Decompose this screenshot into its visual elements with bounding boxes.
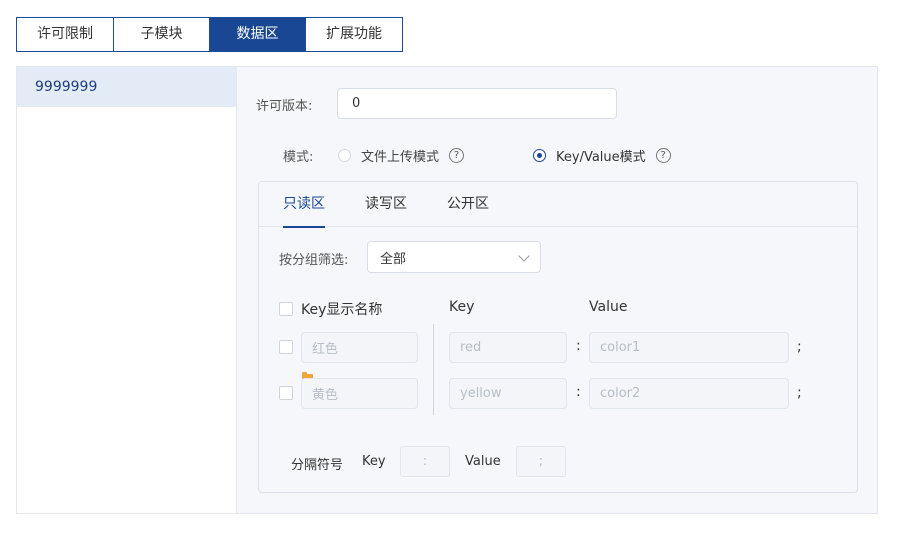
group-filter-select[interactable]: 全部 (367, 241, 541, 273)
key-value-colon: : (576, 384, 581, 400)
help-icon[interactable]: ? (449, 148, 465, 163)
mode-label: 模式: (283, 150, 314, 165)
data-area-panel: 只读区 读写区 公开区 按分组筛选: 全部 Key显示名称 Key Value … (258, 181, 858, 493)
help-icon[interactable]: ? (655, 148, 671, 163)
separator-value-input[interactable]: ; (516, 446, 566, 477)
select-all-checkbox[interactable] (279, 302, 293, 316)
main-panel: 9999999 许可版本: 0 模式: 文件上传模式 ? Key/Value模式… (16, 66, 878, 514)
display-name-header: Key显示名称 (301, 302, 383, 318)
chevron-down-icon (518, 250, 530, 262)
tab-submodule[interactable]: 子模块 (114, 18, 210, 51)
mode-option-key-value[interactable]: Key/Value模式 ? (533, 146, 671, 165)
separator-value-label: Value (465, 454, 501, 469)
license-version-label: 许可版本: (256, 99, 313, 114)
tab-read-write[interactable]: 读写区 (365, 182, 407, 227)
separator-key-label: Key (362, 454, 386, 469)
group-filter-value: 全部 (380, 251, 407, 267)
key-header: Key (449, 299, 475, 315)
radio-checked-icon (533, 149, 546, 162)
key-input[interactable]: yellow (449, 378, 567, 409)
value-input[interactable]: color2 (589, 378, 789, 409)
tab-read-only[interactable]: 只读区 (283, 182, 325, 228)
separator-key-input[interactable]: : (400, 446, 450, 477)
row-end-semicolon: ; (797, 339, 802, 355)
sidebar-item-selected[interactable]: 9999999 (17, 67, 236, 107)
group-filter-label: 按分组筛选: (279, 253, 349, 268)
value-input[interactable]: color1 (589, 332, 789, 363)
key-input[interactable]: red (449, 332, 567, 363)
tab-public[interactable]: 公开区 (447, 182, 489, 227)
display-name-input[interactable]: 黄色 (301, 378, 418, 409)
mode-option-file-upload-label: 文件上传模式 (361, 150, 440, 165)
mode-option-key-value-label: Key/Value模式 (556, 150, 646, 165)
radio-unchecked-icon (338, 149, 351, 162)
license-version-input[interactable]: 0 (337, 88, 617, 119)
row-end-semicolon: ; (797, 385, 802, 401)
tab-license-limit[interactable]: 许可限制 (17, 18, 114, 51)
display-name-input[interactable]: 红色 (301, 332, 418, 363)
key-value-colon: : (576, 338, 581, 354)
row-checkbox[interactable] (279, 386, 293, 400)
separator-label: 分隔符号 (291, 458, 344, 473)
row-checkbox[interactable] (279, 340, 293, 354)
sidebar: 9999999 (17, 67, 237, 513)
data-area-tabs: 只读区 读写区 公开区 (259, 182, 857, 228)
value-header: Value (589, 299, 628, 315)
column-divider (433, 324, 434, 415)
tab-data-area[interactable]: 数据区 (210, 18, 306, 51)
tab-extensions[interactable]: 扩展功能 (306, 18, 402, 51)
mode-option-file-upload[interactable]: 文件上传模式 ? (338, 146, 465, 165)
top-tab-bar: 许可限制 子模块 数据区 扩展功能 (16, 17, 403, 52)
